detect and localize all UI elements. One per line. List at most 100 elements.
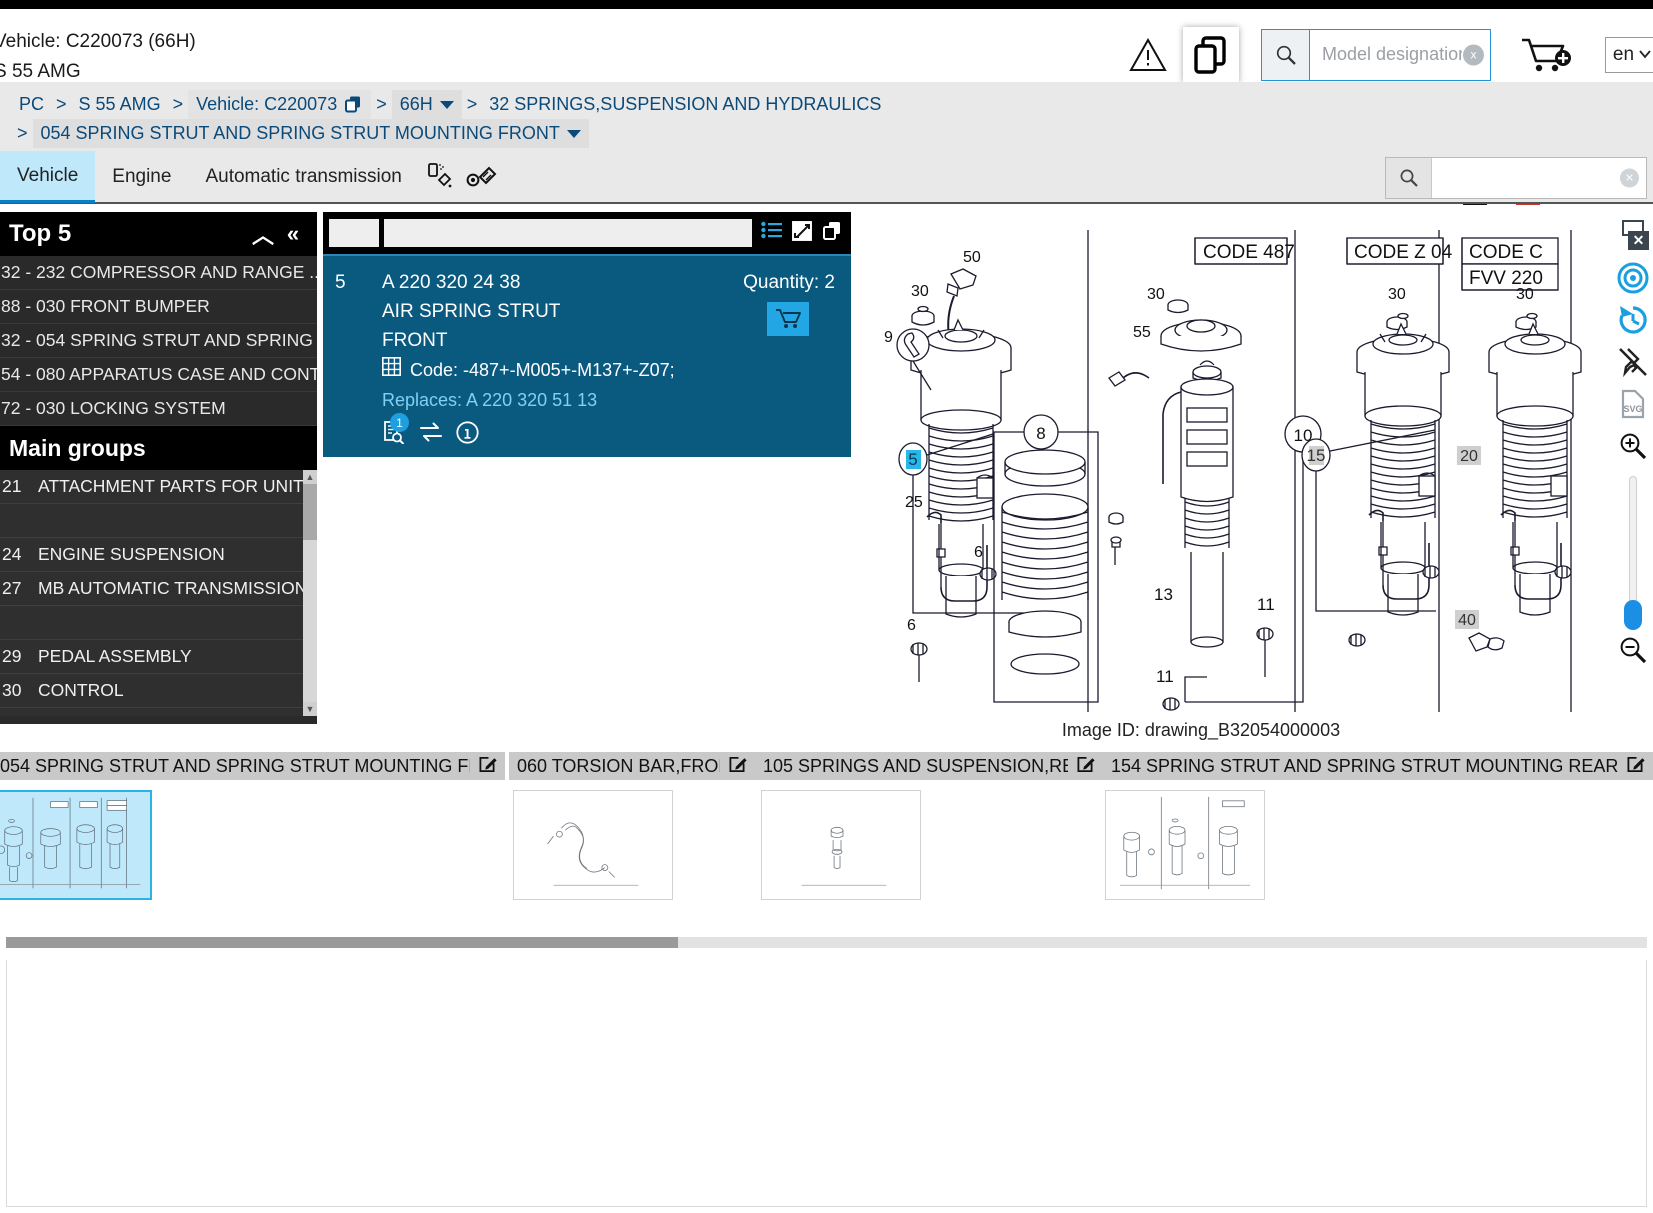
top5-item-0[interactable]: 32 - 232 COMPRESSOR AND RANGE ... [0,256,317,290]
part-row[interactable]: 5 A 220 320 24 38 AIR SPRING STRUT FRONT [323,254,851,457]
svg-text:30: 30 [1147,286,1165,303]
model-search-box[interactable]: x [1261,28,1491,81]
thumbnail-item[interactable]: 105 SPRINGS AND SUSPENSION,REAR [755,752,1105,940]
chevron-up-icon[interactable]: ︿ [248,218,278,250]
top5-item-3[interactable]: 54 - 080 APPARATUS CASE AND CONT... [0,358,317,392]
breadcrumb-item-group[interactable]: 32 SPRINGS,SUSPENSION AND HYDRAULICS [482,94,888,115]
technical-drawing[interactable]: CODE 487 CODE Z 04 CODE C FVV 220 50 30 … [851,212,1653,724]
edit-icon[interactable] [1076,754,1095,778]
breadcrumb-item-subgroup-dropdown[interactable]: 054 SPRING STRUT AND SPRING STRUT MOUNTI… [32,119,589,148]
part-replaces[interactable]: Replaces: A 220 320 51 13 [382,385,851,415]
scrollbar-thumb[interactable] [303,484,317,540]
edit-icon[interactable] [1626,754,1646,778]
thumbnail-item[interactable]: 054 SPRING STRUT AND SPRING STRUT MOUNTI… [0,752,507,940]
breadcrumb-sep: > [376,94,387,114]
tab-automatic-transmission[interactable]: Automatic transmission [188,151,418,203]
scroll-down-icon[interactable]: ▼ [303,702,317,716]
paint-spray-icon[interactable] [419,151,461,203]
info-circle-icon[interactable] [456,420,479,449]
tab-vehicle[interactable]: Vehicle [0,151,96,203]
double-chevron-left-icon[interactable]: « [278,221,308,247]
main-group-row[interactable]: 24 ENGINE SUSPENSION [0,538,317,572]
zoom-out-icon[interactable] [1615,632,1651,668]
clear-content-search-icon[interactable]: ✕ [1620,168,1639,188]
top5-item-1[interactable]: 88 - 030 FRONT BUMPER [0,290,317,324]
main-group-row[interactable]: 30 CONTROL [0,674,317,708]
top5-item-2[interactable]: 32 - 054 SPRING STRUT AND SPRING ... [0,324,317,358]
thumbnail-title: 105 SPRINGS AND SUSPENSION,REAR [763,755,1068,776]
svg-text:13: 13 [1154,585,1173,604]
close-panel-icon[interactable]: ✕ [1615,218,1651,254]
zoom-slider[interactable] [1624,476,1642,630]
svg-text:9: 9 [884,329,893,346]
thumbnail-image[interactable] [513,790,673,900]
content-search-box[interactable]: ✕ [1385,157,1647,199]
svg-text:30: 30 [1388,286,1406,303]
copy-documents-icon[interactable] [1183,26,1239,83]
thumbnail-item[interactable]: 154 SPRING STRUT AND SPRING STRUT MOUNTI… [1103,752,1653,940]
part-code-text: Code: -487+-M005+-M137+-Z07; [410,360,675,380]
breadcrumb-subgroup-label: 054 SPRING STRUT AND SPRING STRUT MOUNTI… [40,123,560,143]
history-revert-icon[interactable] [1615,302,1651,338]
cart-add-icon[interactable] [1515,27,1577,83]
left-sidebar: Top 5 ︿ « 32 - 232 COMPRESSOR AND RANGE … [0,212,317,724]
fastener-icon[interactable] [461,151,503,203]
main-groups-header: Main groups [0,426,317,470]
language-selector[interactable]: en [1605,36,1653,73]
duplicate-icon[interactable] [821,220,843,247]
warning-triangle-icon[interactable] [1125,32,1171,78]
table-grid-icon[interactable] [382,355,401,385]
thumbnail-horizontal-scrollbar[interactable] [6,937,1647,948]
exchange-arrows-icon[interactable] [419,422,443,447]
top5-item-4[interactable]: 72 - 030 LOCKING SYSTEM [0,392,317,426]
main-group-row[interactable] [0,606,317,640]
clear-search-icon[interactable]: x [1463,44,1484,65]
edit-icon[interactable] [478,754,497,778]
svg-text:CODE Z 04: CODE Z 04 [1354,242,1453,263]
breadcrumb-item-pc[interactable]: PC [12,94,51,115]
thumbnail-item[interactable]: 060 TORSION BAR,FRONT [509,752,757,940]
tab-engine[interactable]: Engine [95,151,188,203]
target-focus-icon[interactable] [1615,260,1651,296]
zoom-slider-handle[interactable] [1624,600,1642,630]
main-group-row[interactable]: 27 MB AUTOMATIC TRANSMISSION [0,572,317,606]
main-groups-scrollbar[interactable]: ▲ ▼ [303,470,317,716]
breadcrumb-item-66h-dropdown[interactable]: 66H [391,90,462,119]
main-group-row[interactable]: 31 TRAILER COUPLING [0,708,317,716]
thumbnail-image[interactable] [0,790,152,900]
group-label: CONTROL [38,680,124,700]
svg-text:11: 11 [1156,667,1174,686]
content-search-input[interactable] [1432,158,1646,198]
scroll-up-icon[interactable]: ▲ [303,470,317,484]
breadcrumb-item-vehicle[interactable]: Vehicle: C220073 [188,90,372,119]
thumbnail-title-bar[interactable]: 060 TORSION BAR,FRONT [509,752,757,780]
main-group-row[interactable] [0,504,317,538]
document-search-icon[interactable]: 1 [382,413,409,449]
zoom-in-icon[interactable] [1615,428,1651,464]
thumbnail-image[interactable] [761,790,921,900]
search-icon[interactable] [1262,29,1310,80]
thumbnail-title-bar[interactable]: 054 SPRING STRUT AND SPRING STRUT MOUNTI… [0,752,507,780]
svg-text:11: 11 [1257,595,1275,614]
main-group-row[interactable]: 29 PEDAL ASSEMBLY [0,640,317,674]
chevron-down-icon [566,129,581,138]
svg-text:55: 55 [1133,324,1151,341]
group-label: PEDAL ASSEMBLY [38,646,192,666]
thumbnail-title-bar[interactable]: 105 SPRINGS AND SUSPENSION,REAR [755,752,1105,780]
main-group-row[interactable]: 21 ATTACHMENT PARTS FOR UNITS [0,470,317,504]
add-to-cart-button[interactable] [767,302,809,336]
unpin-icon[interactable] [1615,344,1651,380]
scrollbar-thumb[interactable] [6,937,678,948]
header-cell-index [329,219,379,247]
list-view-icon[interactable] [761,221,783,246]
thumbnail-title-bar[interactable]: 154 SPRING STRUT AND SPRING STRUT MOUNTI… [1103,752,1653,780]
thumbnail-title: 054 SPRING STRUT AND SPRING STRUT MOUNTI… [0,755,470,776]
svg-export-icon[interactable]: SVG [1615,386,1651,422]
top5-title: Top 5 [9,220,72,247]
breadcrumb-item-model[interactable]: S 55 AMG [72,94,168,115]
breadcrumb-66h-label: 66H [399,94,433,114]
expand-icon[interactable] [792,220,812,246]
search-icon[interactable] [1386,158,1432,198]
edit-icon[interactable] [728,754,747,778]
thumbnail-image[interactable] [1105,790,1265,900]
